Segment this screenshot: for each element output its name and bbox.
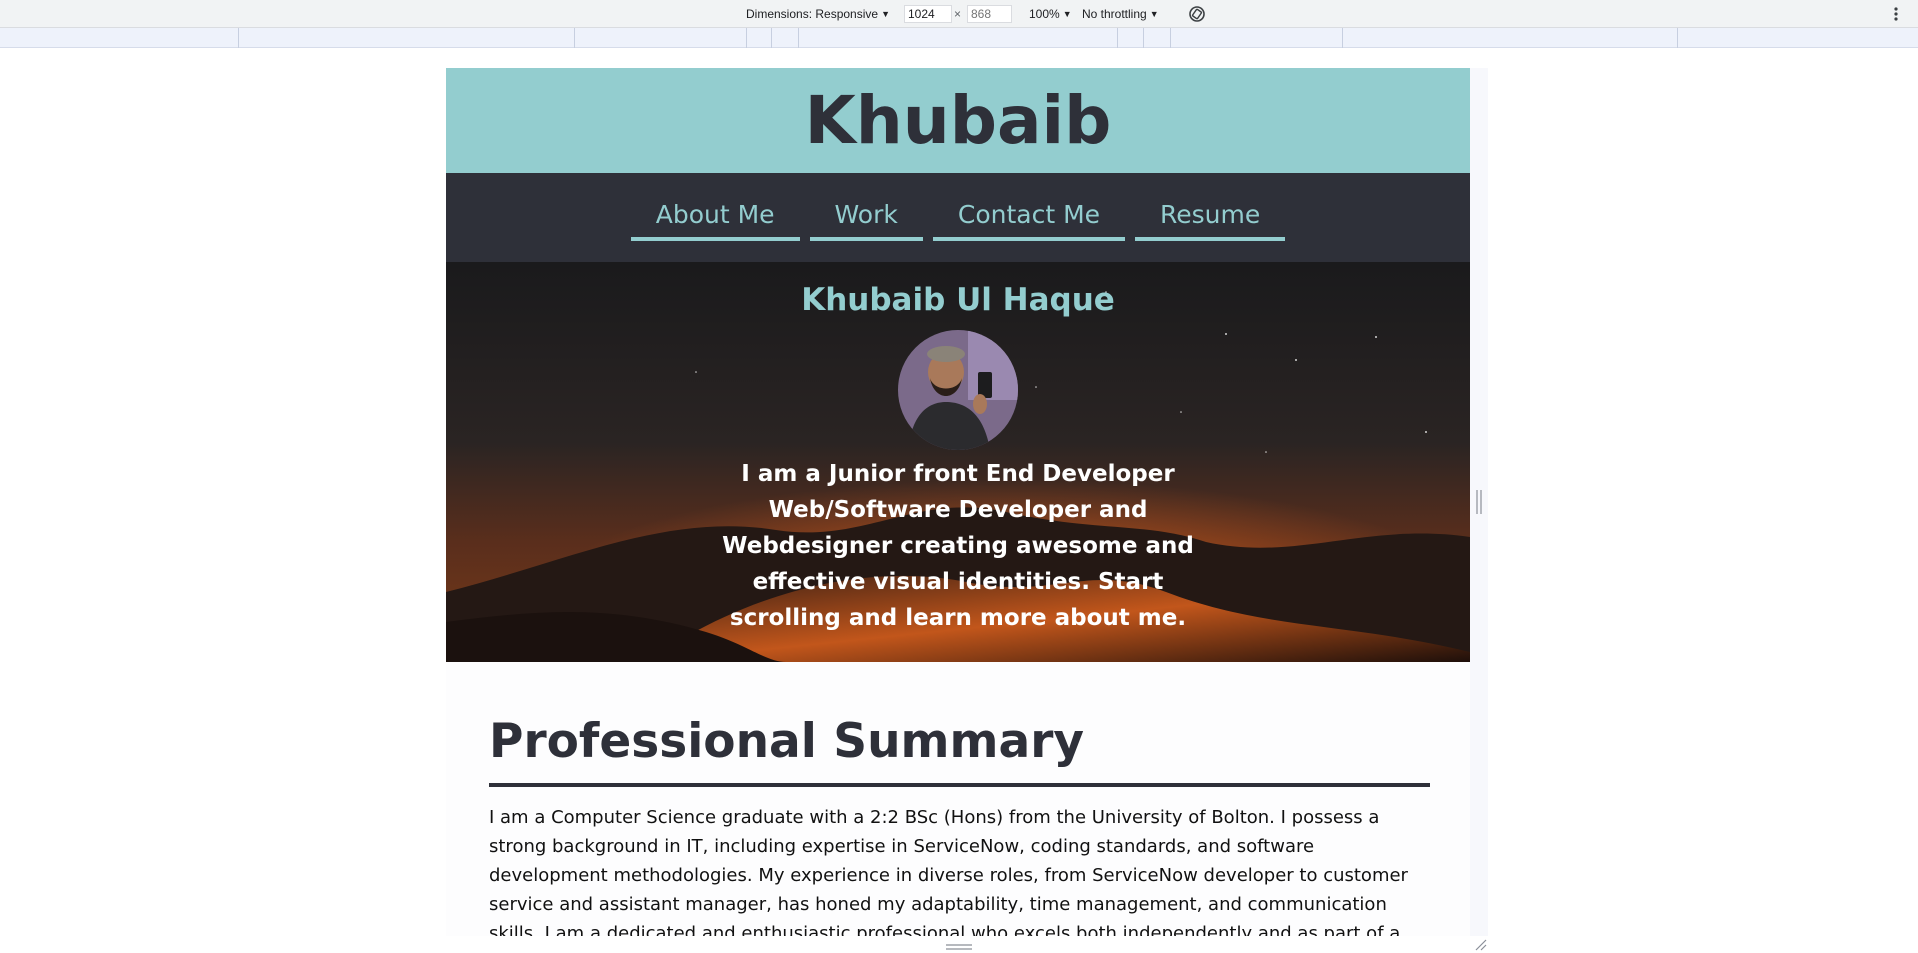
dimensions-dropdown[interactable]: Dimensions: Responsive ▼: [746, 7, 890, 21]
devtools-device-toolbar: Dimensions: Responsive ▼ × 100% ▼ No thr…: [0, 0, 1918, 28]
profile-photo: [898, 330, 1018, 450]
nav-link-work[interactable]: Work: [809, 197, 923, 241]
rotate-icon[interactable]: [1187, 4, 1207, 24]
corner-resize-handle-icon[interactable]: [1474, 938, 1488, 952]
caret-down-icon: ▼: [881, 9, 890, 19]
hero-name: Khubaib Ul Haque: [801, 282, 1115, 318]
bottom-resize-handle-icon[interactable]: [944, 943, 974, 951]
hero-intro-text: I am a Junior front End Developer Web/So…: [722, 461, 1194, 631]
caret-down-icon: ▼: [1149, 9, 1159, 19]
nav-link-about-me[interactable]: About Me: [630, 197, 800, 241]
summary-paragraph: I am a Computer Science graduate with a …: [489, 807, 1408, 936]
professional-summary-section: Professional Summary I am a Computer Sci…: [446, 662, 1470, 936]
nav-link-contact-me[interactable]: Contact Me: [932, 197, 1126, 241]
width-input[interactable]: [904, 5, 952, 23]
caret-down-icon: ▼: [1062, 9, 1072, 19]
throttling-dropdown[interactable]: No throttling ▼: [1082, 7, 1159, 21]
zoom-label: 100%: [1029, 7, 1060, 21]
dimensions-label: Dimensions: Responsive: [746, 7, 879, 21]
height-input[interactable]: [967, 5, 1012, 23]
section-heading: Professional Summary: [489, 714, 1430, 787]
site-header: Khubaib: [446, 68, 1470, 173]
site-title: Khubaib: [804, 82, 1112, 159]
zoom-dropdown[interactable]: 100% ▼: [1029, 7, 1072, 21]
more-options-icon[interactable]: [1890, 4, 1902, 24]
nav-link-resume[interactable]: Resume: [1135, 197, 1286, 241]
times-sign: ×: [954, 7, 962, 21]
resize-handle-icon[interactable]: [1475, 488, 1483, 516]
emulated-page: Khubaib About Me Work Contact Me Resume: [446, 68, 1470, 936]
media-query-ruler[interactable]: [0, 28, 1918, 48]
hero-section: Khubaib Ul Haque I am a Junior front End…: [446, 262, 1470, 662]
avatar: [898, 330, 1018, 450]
throttling-label: No throttling: [1082, 7, 1147, 21]
main-nav: About Me Work Contact Me Resume: [446, 173, 1470, 262]
